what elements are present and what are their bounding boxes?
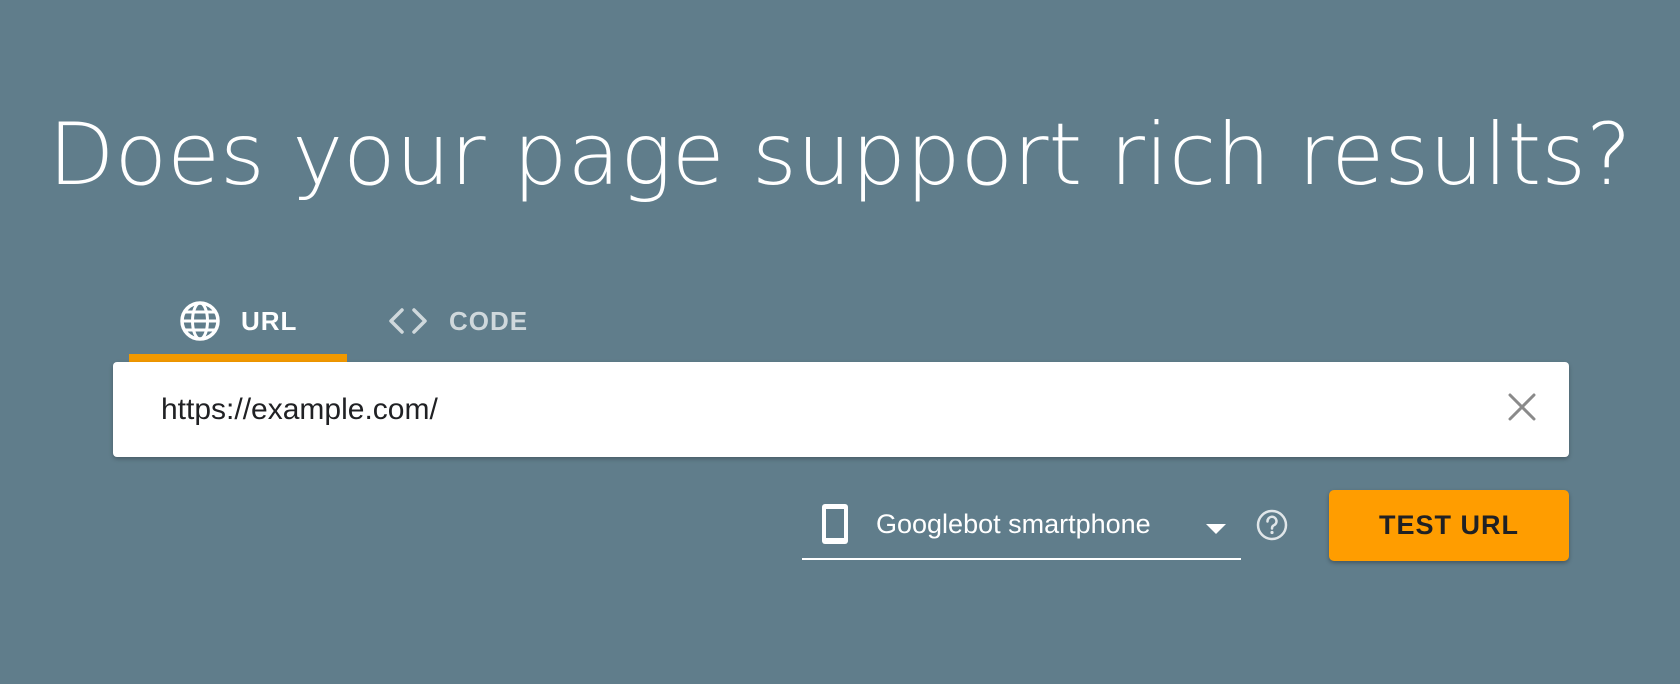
close-icon <box>1507 392 1537 427</box>
input-mode-tabs: URL CODE <box>129 280 578 362</box>
page-headline: Does your page support rich results? <box>48 105 1632 205</box>
dropdown-caret-icon <box>1205 522 1227 540</box>
smartphone-icon <box>820 502 850 546</box>
url-input[interactable] <box>161 362 1461 457</box>
globe-icon <box>179 300 221 342</box>
tab-code-label: CODE <box>449 305 529 336</box>
tab-code[interactable]: CODE <box>347 280 578 362</box>
help-icon[interactable] <box>1256 509 1288 541</box>
url-input-box <box>113 362 1569 457</box>
tab-url[interactable]: URL <box>129 280 347 362</box>
user-agent-selected: Googlebot smartphone <box>876 508 1151 539</box>
code-brackets-icon <box>387 306 429 336</box>
test-url-button[interactable]: TEST URL <box>1329 490 1569 561</box>
clear-url-button[interactable] <box>1503 390 1541 428</box>
user-agent-select[interactable]: Googlebot smartphone <box>802 490 1241 560</box>
tab-url-label: URL <box>241 305 298 336</box>
active-tab-indicator <box>129 354 347 362</box>
